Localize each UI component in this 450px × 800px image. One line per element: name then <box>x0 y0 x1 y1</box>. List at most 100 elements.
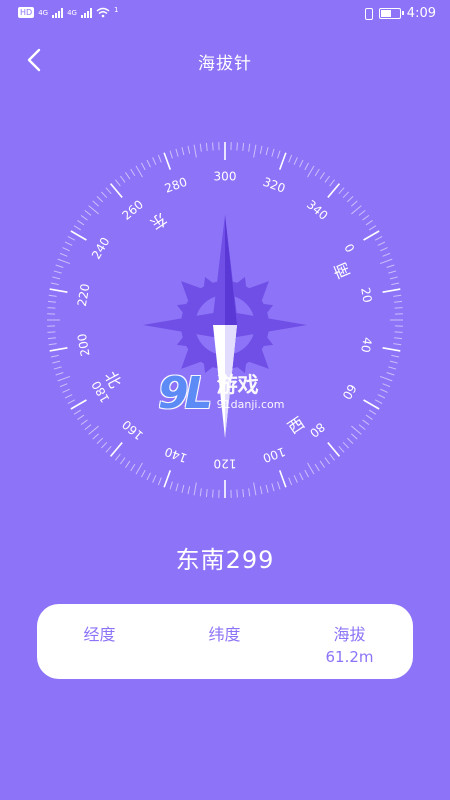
dial-minor-tick <box>386 264 395 268</box>
dial-minor-tick <box>358 424 366 430</box>
dial-minor-tick <box>346 195 354 203</box>
dial-minor-tick <box>73 225 82 231</box>
dial-minor-tick <box>394 307 403 309</box>
dial-minor-tick <box>52 360 61 364</box>
dial-minor-tick <box>358 210 366 216</box>
dial-minor-tick <box>152 475 157 483</box>
dial-minor-tick <box>187 486 191 495</box>
dial-minor-tick <box>394 300 403 303</box>
dial-minor-tick <box>169 481 173 490</box>
dial-minor-tick <box>47 307 56 309</box>
dial-minor-tick <box>346 437 354 445</box>
dial-degree-label: 260 <box>119 197 146 222</box>
dial-minor-tick <box>77 414 85 420</box>
dial-minor-tick <box>130 168 136 177</box>
dial-minor-tick <box>199 488 202 497</box>
needle-light-shade <box>225 325 237 438</box>
dial-major-tick <box>49 288 68 294</box>
compass-svg: 300 3203400204060801001201401601802002202… <box>47 142 403 498</box>
dial-minor-tick <box>52 276 61 280</box>
dial-minor-tick <box>259 486 263 495</box>
dial-cardinal-west: 西 <box>284 413 308 438</box>
dial-minor-tick <box>55 372 64 376</box>
dial-minor-tick <box>388 270 397 274</box>
compass-rose <box>143 215 307 438</box>
dial-minor-tick <box>288 477 293 486</box>
altitude-column: 海拔 61.2m <box>287 604 412 679</box>
dial-minor-tick <box>84 210 92 216</box>
dial-minor-tick <box>386 372 395 376</box>
dial-minor-tick <box>342 441 350 449</box>
dial-minor-tick <box>193 144 197 158</box>
dial-minor-tick <box>374 235 383 241</box>
dial-degree-label: 60 <box>339 382 359 402</box>
dial-minor-tick <box>299 159 304 168</box>
dial-minor-tick <box>324 457 331 465</box>
dial-minor-tick <box>379 375 393 382</box>
dial-minor-tick <box>288 154 293 163</box>
signal-icon-2 <box>80 7 92 18</box>
dial-minor-tick <box>48 294 57 297</box>
dial-minor-tick <box>265 147 269 156</box>
status-right: 4:09 <box>364 6 436 21</box>
dial-minor-tick <box>379 258 393 265</box>
dial-minor-tick <box>253 144 257 158</box>
dial-minor-tick <box>368 225 377 231</box>
dial-degree-label: 280 <box>163 175 189 196</box>
dial-minor-tick <box>319 172 325 180</box>
dial-minor-tick <box>393 294 402 297</box>
info-card: 经度 纬度 海拔 61.2m <box>37 604 413 679</box>
dial-minor-tick <box>389 276 398 280</box>
dial-cardinal-south: 南 <box>330 259 354 281</box>
nav-bar: 海拔针 <box>0 35 450 85</box>
longitude-column: 经度 <box>37 604 162 679</box>
dial-minor-tick <box>351 200 358 207</box>
dial-minor-tick <box>130 463 136 472</box>
dial-minor-tick <box>374 399 383 405</box>
dial-major-tick <box>70 230 87 241</box>
dial-major-tick <box>163 152 172 170</box>
wifi-icon <box>96 7 110 18</box>
dial-minor-tick <box>146 472 151 481</box>
dial-minor-tick <box>242 142 245 151</box>
dial-minor-tick <box>88 205 99 215</box>
dial-minor-tick <box>73 409 82 415</box>
dial-minor-tick <box>394 331 403 333</box>
dial-degree-label: 240 <box>89 235 113 262</box>
dial-minor-tick <box>248 488 251 497</box>
dial-minor-tick <box>307 462 315 475</box>
longitude-label: 经度 <box>83 625 116 644</box>
dial-minor-tick <box>181 484 185 493</box>
dial-minor-tick <box>329 453 335 461</box>
dial-minor-tick <box>100 441 108 449</box>
dial-minor-tick <box>338 187 345 194</box>
dial-minor-tick <box>368 409 377 415</box>
dial-minor-tick <box>193 482 197 496</box>
dial-minor-tick <box>248 143 251 152</box>
dial-minor-tick <box>50 282 59 286</box>
dial-minor-tick <box>265 484 269 493</box>
dial-minor-tick <box>351 205 362 215</box>
dial-minor-tick <box>57 258 71 265</box>
dial-minor-tick <box>299 472 304 481</box>
compass-dial: 300 320 340 0 20 40 60 80 100 120 140 160 180 200 220 2… <box>25 130 425 530</box>
dial-minor-tick <box>157 477 162 486</box>
dial-minor-tick <box>152 157 157 165</box>
battery-fill <box>380 10 391 17</box>
dial-minor-tick <box>135 462 143 475</box>
dial-minor-tick <box>382 252 391 257</box>
dial-minor-tick <box>365 220 373 226</box>
dial-minor-tick <box>115 453 121 461</box>
dial-minor-tick <box>47 300 56 303</box>
heading-readout: 东南299 <box>175 546 275 574</box>
dial-minor-tick <box>277 150 281 159</box>
dial-minor-tick <box>304 162 310 171</box>
dial-minor-tick <box>259 145 263 154</box>
dial-major-tick <box>363 230 380 241</box>
dial-minor-tick <box>236 142 238 151</box>
dial-minor-tick <box>157 154 162 163</box>
dial-minor-tick <box>92 433 99 440</box>
altitude-value: 61.2m <box>325 648 374 666</box>
signal-icon <box>52 7 64 18</box>
dial-degree-label: 40 <box>358 336 374 353</box>
